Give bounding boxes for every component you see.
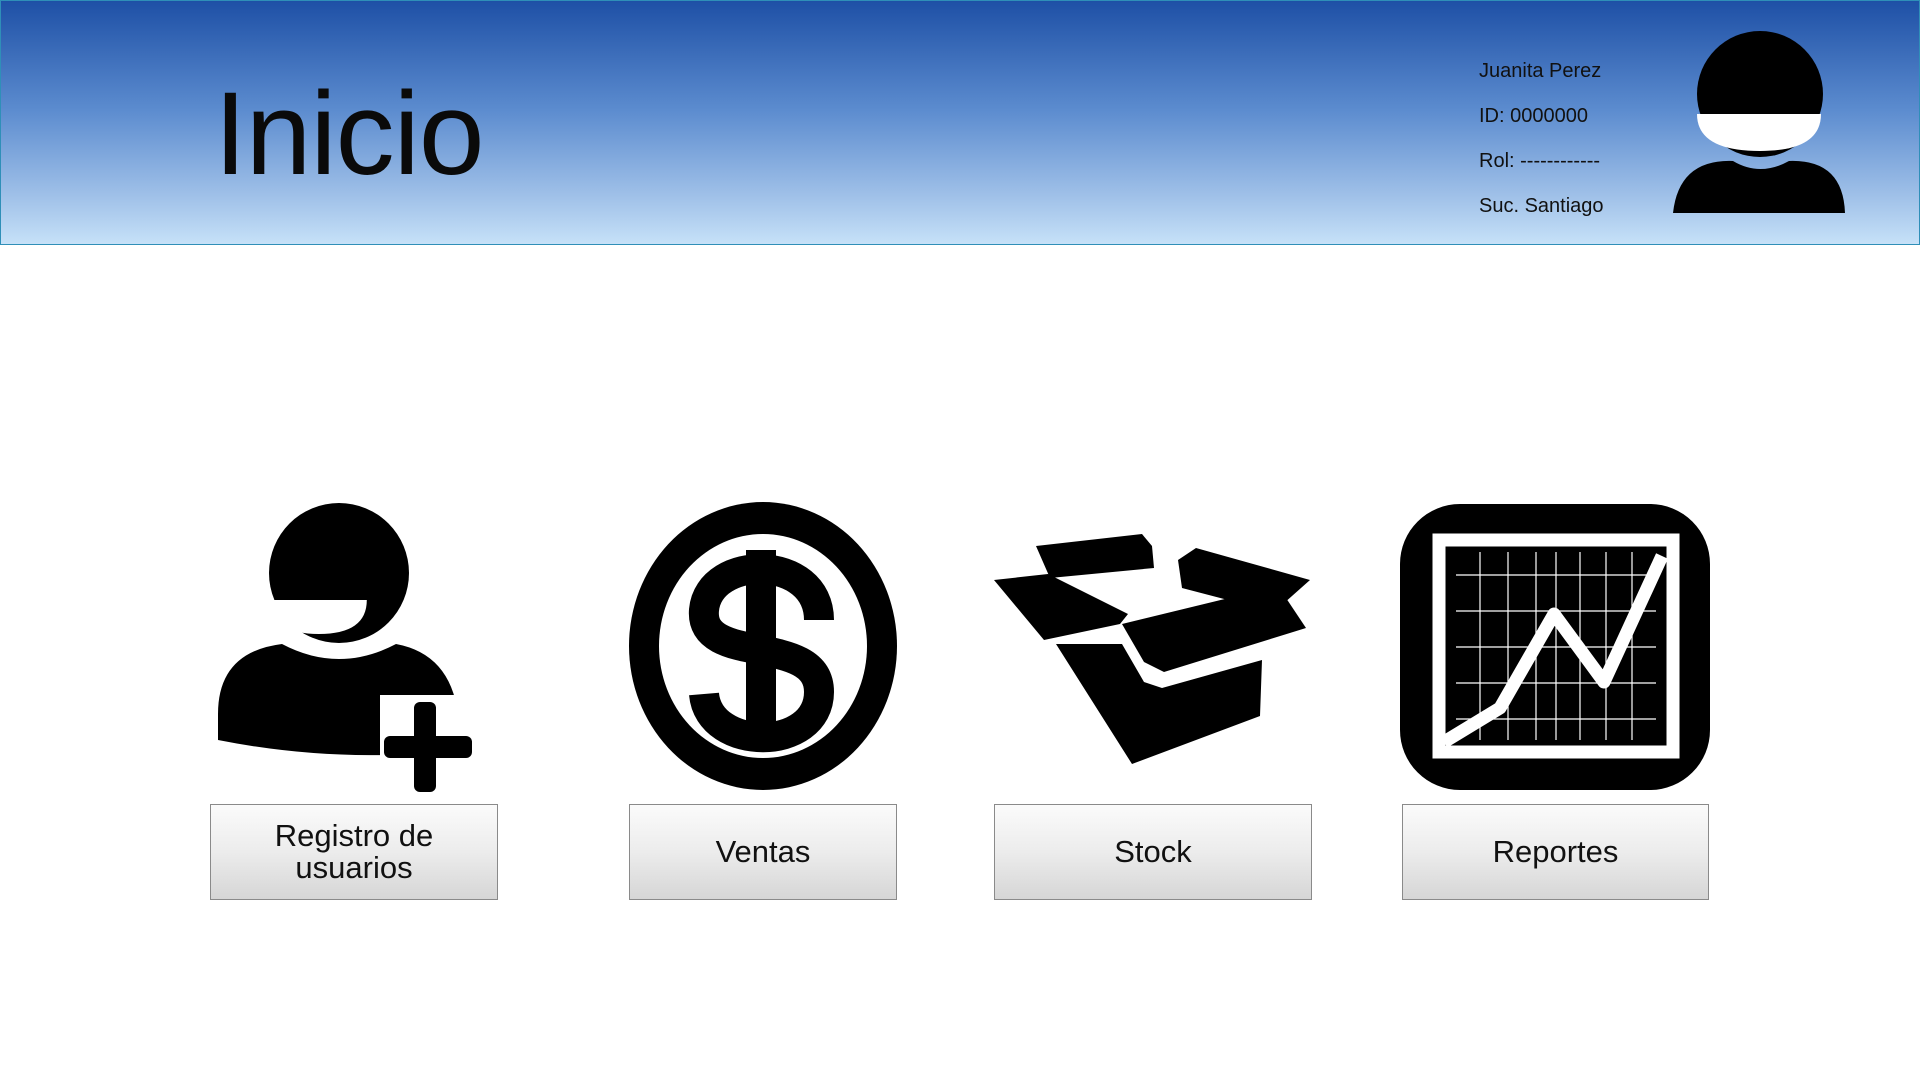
add-user-icon[interactable]	[218, 502, 488, 792]
line-chart-icon[interactable]	[1400, 504, 1710, 790]
ventas-button[interactable]: Ventas	[629, 804, 897, 900]
user-id: ID: 0000000	[1479, 105, 1588, 127]
dollar-coin-icon[interactable]	[629, 502, 897, 790]
reportes-label: Reportes	[1492, 834, 1619, 869]
home-screen: Inicio Juanita Perez ID: 0000000 Rol: --…	[0, 0, 1920, 1080]
user-role: Rol: ------------	[1479, 150, 1601, 172]
open-box-icon[interactable]	[994, 532, 1312, 764]
page-title: Inicio	[214, 68, 484, 200]
user-avatar-icon[interactable]	[1673, 31, 1853, 215]
header-bar: Inicio Juanita Perez ID: 0000000 Rol: --…	[0, 0, 1920, 245]
registro-usuarios-label: Registro de usuarios	[274, 818, 434, 885]
user-name: Juanita Perez	[1479, 60, 1602, 82]
stock-button[interactable]: Stock	[994, 804, 1312, 900]
reportes-button[interactable]: Reportes	[1402, 804, 1709, 900]
user-info: Juanita Perez ID: 0000000 Rol: ---------…	[1479, 49, 1679, 229]
user-branch: Suc. Santiago	[1479, 195, 1604, 217]
registro-usuarios-button[interactable]: Registro de usuarios	[210, 804, 498, 900]
ventas-label: Ventas	[715, 834, 811, 869]
stock-label: Stock	[1114, 834, 1192, 869]
